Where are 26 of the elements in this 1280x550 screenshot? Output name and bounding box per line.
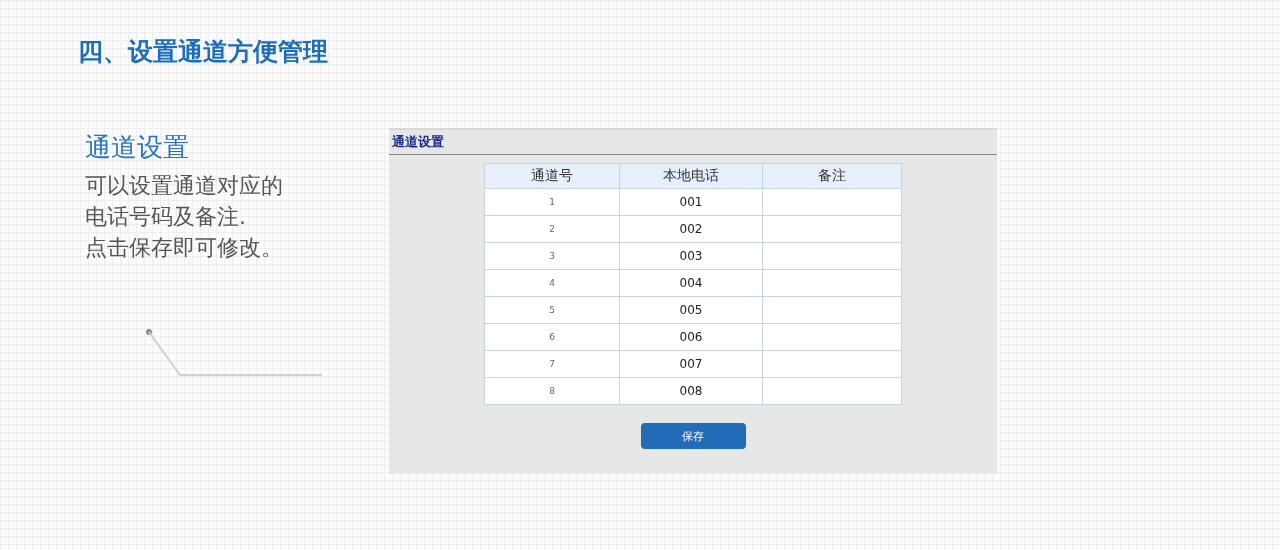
- column-header: 通道号: [484, 163, 620, 189]
- table-cell: 7: [484, 350, 620, 378]
- description-line: 电话号码及备注.: [85, 203, 247, 231]
- table-cell: 008: [619, 377, 763, 405]
- page-heading: 四、设置通道方便管理: [78, 36, 329, 68]
- table-cell: 005: [619, 296, 763, 324]
- table-cell: 1: [484, 188, 620, 216]
- panel-title: 通道设置: [389, 130, 997, 155]
- table-cell: 001: [619, 188, 763, 216]
- table-cell: 007: [619, 350, 763, 378]
- table-cell: 2: [484, 215, 620, 243]
- table-cell: 3: [484, 242, 620, 270]
- column-header: 备注: [762, 163, 902, 189]
- table-cell: 006: [619, 323, 763, 351]
- table-cell: 5: [484, 296, 620, 324]
- save-button[interactable]: 保存: [640, 423, 746, 449]
- column-header: 本地电话: [619, 163, 763, 189]
- table-cell: 004: [619, 269, 763, 297]
- table-cell: 6: [484, 323, 620, 351]
- description-line: 点击保存即可修改。: [85, 234, 284, 262]
- table-cell: 003: [619, 242, 763, 270]
- description-line: 可以设置通道对应的: [85, 172, 284, 200]
- section-title: 通道设置: [85, 131, 190, 164]
- table-cell: 4: [484, 269, 620, 297]
- table-cell: 002: [619, 215, 763, 243]
- table-cell: 8: [484, 377, 620, 405]
